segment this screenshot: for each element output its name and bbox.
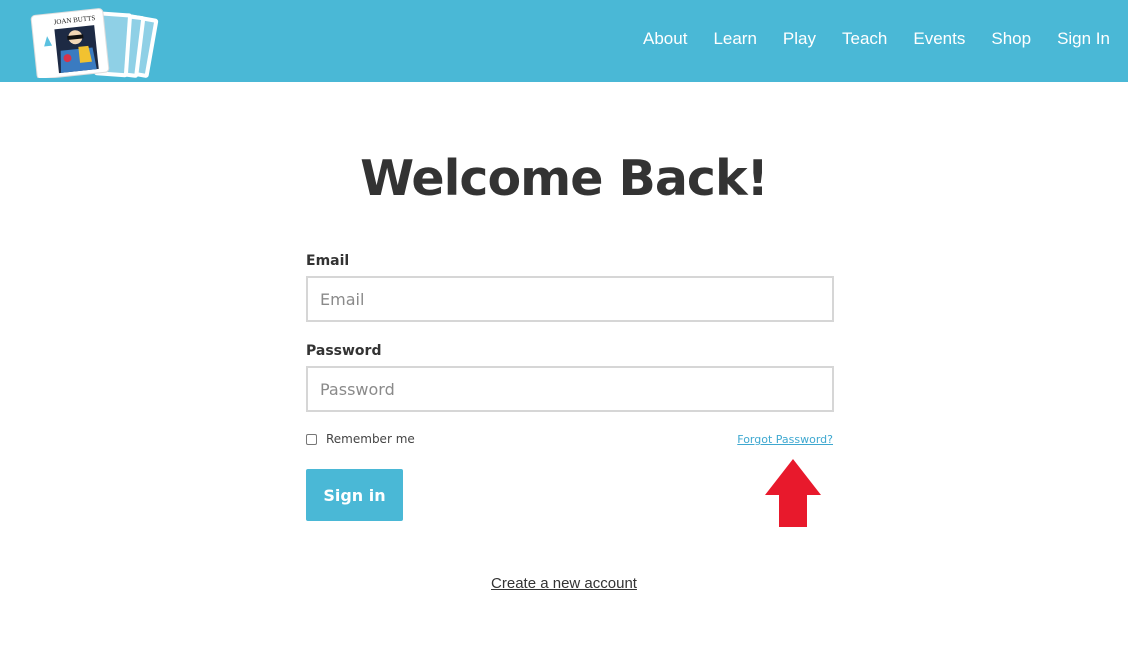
password-label: Password (306, 343, 382, 359)
forgot-password-link[interactable]: Forgot Password? (737, 433, 833, 446)
email-field[interactable] (306, 276, 834, 322)
red-arrow-annotation-icon (765, 459, 821, 527)
nav-about[interactable]: About (643, 29, 687, 49)
nav-learn[interactable]: Learn (713, 29, 756, 49)
nav-play[interactable]: Play (783, 29, 816, 49)
sign-in-button[interactable]: Sign in (306, 469, 403, 521)
site-header: JOAN BUTTS About Learn Play Teach Events… (0, 0, 1128, 82)
nav-sign-in[interactable]: Sign In (1057, 29, 1110, 49)
remember-me-label[interactable]: Remember me (326, 432, 415, 446)
nav-teach[interactable]: Teach (842, 29, 887, 49)
password-field[interactable] (306, 366, 834, 412)
create-account-container: Create a new account (0, 575, 1128, 593)
nav-shop[interactable]: Shop (991, 29, 1031, 49)
remember-me-checkbox[interactable] (306, 433, 317, 445)
page-title: Welcome Back! (360, 150, 769, 207)
create-account-link[interactable]: Create a new account (491, 575, 637, 592)
nav-events[interactable]: Events (913, 29, 965, 49)
main-nav: About Learn Play Teach Events Shop Sign … (617, 0, 1110, 78)
site-logo[interactable]: JOAN BUTTS (28, 4, 162, 78)
email-label: Email (306, 253, 350, 269)
remember-me: Remember me (306, 432, 415, 446)
